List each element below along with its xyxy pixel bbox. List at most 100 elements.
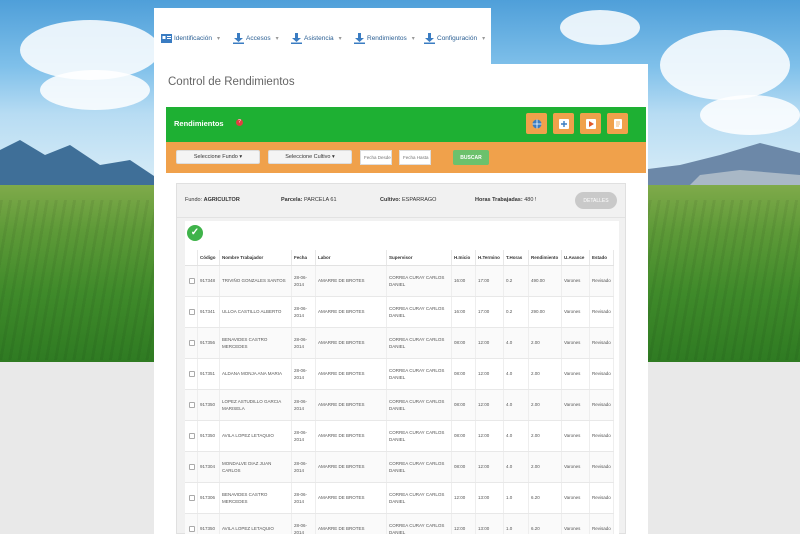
- table-row[interactable]: 917356 BENAVIDES CASTRO MERCEDES 28-06-201…: [185, 327, 614, 359]
- globe-icon: [532, 119, 541, 128]
- column-header[interactable]: Supervisor: [386, 250, 452, 266]
- buscar-button[interactable]: BUSCAR: [453, 150, 489, 165]
- table-cell: Revisado: [589, 327, 614, 359]
- table-cell: ALDANA MONJA ANA MARIA: [219, 358, 292, 390]
- table-cell: Revisado: [589, 296, 614, 328]
- table-cell: 917350: [197, 420, 220, 452]
- row-checkbox[interactable]: [189, 308, 195, 315]
- row-select-cell: [185, 327, 198, 359]
- table-cell: 917306: [197, 482, 220, 514]
- table-cell: Varones: [561, 420, 590, 452]
- table-row[interactable]: 917348 TRIVIÑO GONZALES SANTOS 28-06-2014 A…: [185, 265, 614, 297]
- row-checkbox[interactable]: [189, 494, 195, 501]
- table-cell: Revisado: [589, 358, 614, 390]
- row-select-cell: [185, 358, 198, 390]
- table-cell: Varones: [561, 265, 590, 297]
- table-container: ✓ Código Nombre Trabajador Fecha Labor Super…: [185, 221, 619, 534]
- table-row[interactable]: 917350 LOPEZ ASTUDILLO GARCIA MARISELA 28-…: [185, 389, 614, 421]
- table-cell: 17:00: [475, 296, 504, 328]
- chevron-down-icon: ▾: [216, 35, 220, 42]
- table-row[interactable]: 917350 AVILA LOPEZ LETAQUIO 28-06-2014 AMAR…: [185, 420, 614, 452]
- table-cell: 17:00: [475, 265, 504, 297]
- row-checkbox[interactable]: [189, 401, 195, 408]
- table-cell: 290.00: [528, 296, 562, 328]
- table-row[interactable]: 917350 AVILA LOPEZ LETAQUIO 28-06-2014 AMAR…: [185, 513, 614, 534]
- nav-item-accesos[interactable]: Accesos ▾: [233, 30, 279, 46]
- fecha-hasta-input[interactable]: [399, 150, 431, 165]
- column-header[interactable]: T.Horas: [503, 250, 529, 266]
- table-cell: 4.0: [503, 389, 529, 421]
- table-row[interactable]: 917304 MONDALVE DIAZ JUAN CARLOS 28-06-201…: [185, 451, 614, 483]
- row-checkbox[interactable]: [189, 525, 195, 532]
- row-checkbox[interactable]: [189, 370, 195, 377]
- detalles-button[interactable]: DETALLES: [575, 192, 617, 209]
- add-button[interactable]: [553, 113, 574, 134]
- nav-item-rendimientos[interactable]: Rendimientos ▾: [354, 30, 415, 46]
- nav-item-asistencia[interactable]: Asistencia ▾: [291, 30, 342, 46]
- table-row[interactable]: 917341 ULLOA CASTILLO ALBERTO 28-06-2014 AM…: [185, 296, 614, 328]
- download-icon: [354, 32, 365, 44]
- nav-item-configuracion[interactable]: Configuración ▾: [424, 30, 485, 46]
- row-select-cell: [185, 451, 198, 483]
- nav-item-identificacion[interactable]: Identificación ▾: [161, 30, 220, 46]
- table-row[interactable]: 917306 BENAVIDES CASTRO MERCEDES 28-06-201…: [185, 482, 614, 514]
- nav-item-label: Configuración: [437, 34, 478, 42]
- download-icon: [424, 32, 435, 44]
- chevron-down-icon: ▾: [482, 35, 486, 42]
- table-cell: 4.0: [503, 420, 529, 452]
- parcela-label: Parcela:: [281, 197, 303, 203]
- table-cell: 08:00: [451, 358, 476, 390]
- table-cell: AVILA LOPEZ LETAQUIO: [219, 513, 292, 534]
- column-header[interactable]: Rendimiento: [528, 250, 562, 266]
- globe-button[interactable]: [526, 113, 547, 134]
- column-header[interactable]: Fecha: [291, 250, 316, 266]
- column-header[interactable]: Nombre Trabajador: [219, 250, 292, 266]
- column-header[interactable]: Estado: [589, 250, 614, 266]
- fundo-select[interactable]: Seleccione Fundo ▾: [176, 150, 260, 164]
- row-checkbox[interactable]: [189, 432, 195, 439]
- table-cell: Varones: [561, 451, 590, 483]
- table-cell: 12:00: [475, 389, 504, 421]
- row-checkbox[interactable]: [189, 277, 195, 284]
- download-icon: [233, 32, 244, 44]
- fecha-desde-input[interactable]: [360, 150, 392, 165]
- column-header[interactable]: H.Termino: [475, 250, 504, 266]
- column-header[interactable]: [185, 250, 198, 266]
- parcela-value: PARCELA 61: [303, 197, 337, 203]
- table-cell: MONDALVE DIAZ JUAN CARLOS: [219, 451, 292, 483]
- cultivo-info: Cultivo: ESPARRAGO: [380, 197, 436, 203]
- column-header[interactable]: H.Inicio: [451, 250, 476, 266]
- table-cell: Revisado: [589, 389, 614, 421]
- column-header[interactable]: U.Avance: [561, 250, 590, 266]
- table-cell: Varones: [561, 327, 590, 359]
- document-icon: [613, 118, 622, 129]
- export-button[interactable]: [580, 113, 601, 134]
- table-cell: 12:00: [475, 420, 504, 452]
- table-cell: 12:00: [451, 513, 476, 534]
- table-cell: 28-06-2014: [291, 358, 316, 390]
- table-cell: AMARRE DE BROTES: [315, 420, 387, 452]
- nav-item-label: Asistencia: [304, 34, 334, 42]
- help-icon[interactable]: ?: [236, 119, 243, 126]
- table-cell: AMARRE DE BROTES: [315, 327, 387, 359]
- table-cell: AMARRE DE BROTES: [315, 358, 387, 390]
- table-cell: 28-06-2014: [291, 296, 316, 328]
- table-cell: AMARRE DE BROTES: [315, 513, 387, 534]
- cultivo-select[interactable]: Seleccione Cultivo ▾: [268, 150, 352, 164]
- document-button[interactable]: [607, 113, 628, 134]
- table-cell: AMARRE DE BROTES: [315, 296, 387, 328]
- table-cell: 917350: [197, 513, 220, 534]
- table-row[interactable]: 917351 ALDANA MONJA ANA MARIA 28-06-2014 AM…: [185, 358, 614, 390]
- table-cell: 2.00: [528, 327, 562, 359]
- column-header[interactable]: Código: [197, 250, 220, 266]
- row-checkbox[interactable]: [189, 339, 195, 346]
- column-header[interactable]: Labor: [315, 250, 387, 266]
- table-cell: 4.0: [503, 451, 529, 483]
- table-cell: 0.2: [503, 265, 529, 297]
- row-checkbox[interactable]: [189, 463, 195, 470]
- horas-value: 480 !: [524, 197, 537, 203]
- table-cell: AMARRE DE BROTES: [315, 451, 387, 483]
- summary-bar: Fundo: AGRICULTOR Parcela: PARCELA 61 Cu…: [177, 184, 625, 218]
- checkmark-icon[interactable]: ✓: [187, 225, 203, 241]
- row-select-cell: [185, 296, 198, 328]
